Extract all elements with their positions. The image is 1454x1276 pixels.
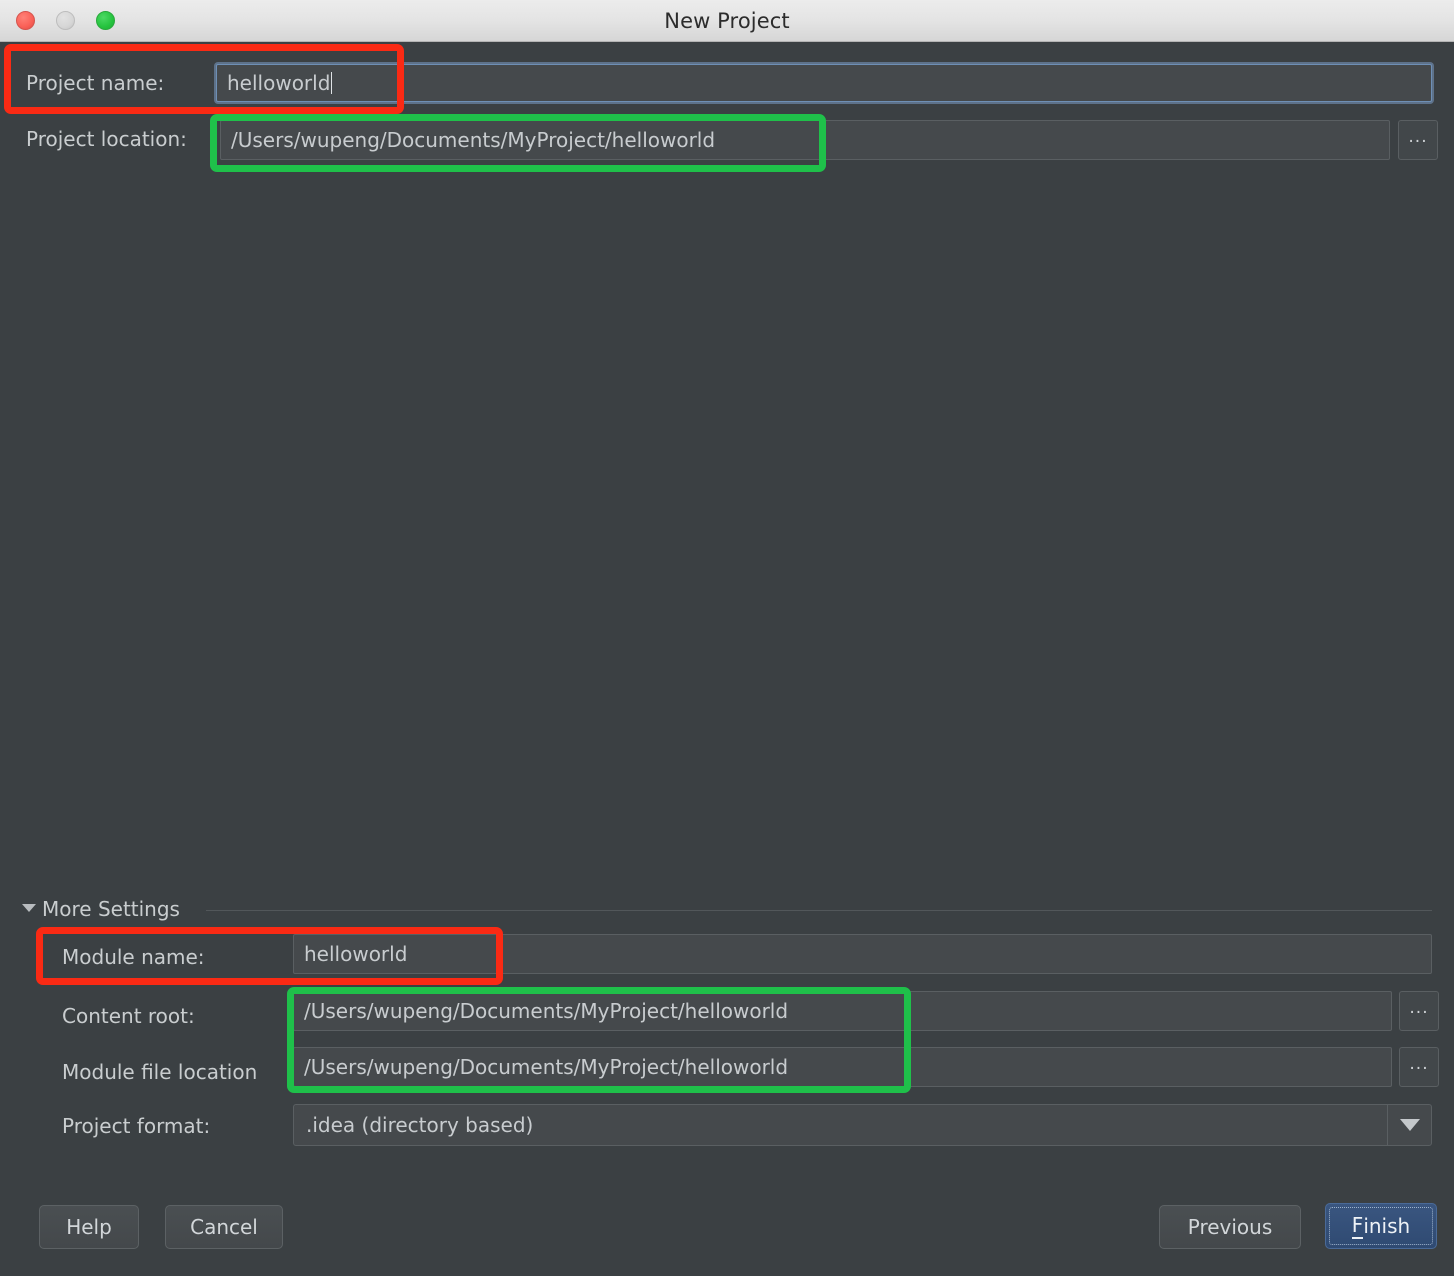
- text-caret: [331, 72, 333, 94]
- content-root-browse-button[interactable]: ...: [1399, 991, 1439, 1031]
- project-name-value: helloworld: [227, 71, 331, 95]
- more-settings-section-header[interactable]: More Settings: [22, 897, 1432, 923]
- project-format-select[interactable]: .idea (directory based): [293, 1104, 1432, 1146]
- project-name-input[interactable]: helloworld: [216, 64, 1432, 102]
- module-name-value: helloworld: [304, 942, 408, 966]
- help-button[interactable]: Help: [39, 1205, 139, 1249]
- project-format-label: Project format:: [62, 1114, 211, 1138]
- project-location-browse-button[interactable]: ...: [1398, 120, 1438, 160]
- project-location-value: /Users/wupeng/Documents/MyProject/hellow…: [231, 128, 716, 152]
- window-title: New Project: [664, 9, 790, 33]
- window-titlebar: New Project: [0, 0, 1454, 42]
- project-format-value: .idea (directory based): [306, 1113, 534, 1137]
- chevron-down-icon: [22, 904, 36, 912]
- content-root-input[interactable]: /Users/wupeng/Documents/MyProject/hellow…: [293, 991, 1392, 1031]
- project-location-input[interactable]: /Users/wupeng/Documents/MyProject/hellow…: [220, 120, 1390, 160]
- module-file-location-input[interactable]: /Users/wupeng/Documents/MyProject/hellow…: [293, 1047, 1392, 1087]
- finish-mnemonic: F: [1351, 1213, 1364, 1239]
- module-file-location-browse-button[interactable]: ...: [1399, 1047, 1439, 1087]
- project-name-label: Project name:: [26, 71, 165, 95]
- content-root-label: Content root:: [62, 1004, 195, 1028]
- previous-button[interactable]: Previous: [1159, 1205, 1301, 1249]
- module-file-location-label: Module file location: [62, 1060, 258, 1084]
- module-name-label: Module name:: [62, 945, 205, 969]
- project-format-dropdown-toggle[interactable]: [1387, 1105, 1431, 1145]
- dialog-content: Project name: helloworld Project locatio…: [0, 42, 1454, 1276]
- finish-label-rest: inish: [1363, 1214, 1411, 1238]
- cancel-button[interactable]: Cancel: [165, 1205, 283, 1249]
- section-divider: [206, 910, 1432, 911]
- finish-button[interactable]: Finish: [1325, 1203, 1437, 1249]
- new-project-dialog: New Project Project name: helloworld Pro…: [0, 0, 1454, 1276]
- project-location-label: Project location:: [26, 127, 187, 151]
- chevron-down-icon: [1399, 1119, 1420, 1131]
- module-file-location-value: /Users/wupeng/Documents/MyProject/hellow…: [304, 1055, 789, 1079]
- module-name-input[interactable]: helloworld: [293, 934, 1432, 974]
- more-settings-label: More Settings: [42, 897, 180, 921]
- content-root-value: /Users/wupeng/Documents/MyProject/hellow…: [304, 999, 789, 1023]
